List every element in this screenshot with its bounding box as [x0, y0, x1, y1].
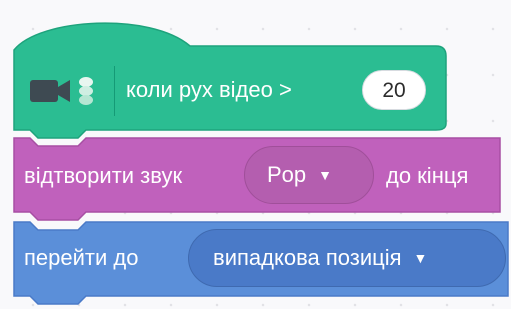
video-camera-icon: [30, 77, 93, 105]
motion-block-label: перейти до: [24, 245, 139, 270]
sound-block-label: відтворити звук: [24, 163, 183, 188]
hat-block-label: коли рух відео >: [126, 77, 292, 102]
extension-divider: [114, 66, 115, 116]
sound-block-suffix-label: до кінця: [386, 163, 469, 188]
video-motion-threshold-input[interactable]: 20: [362, 70, 426, 110]
video-sensing-extension-icon: [14, 58, 114, 124]
chevron-down-icon: ▼: [318, 167, 333, 183]
position-dropdown[interactable]: випадкова позиція ▼: [188, 229, 506, 287]
script-stack[interactable]: коли рух відео > 20 відтворити звук Pop …: [0, 0, 511, 309]
sound-dropdown[interactable]: Pop ▼: [244, 146, 374, 204]
position-dropdown-value: випадкова позиція: [213, 245, 402, 270]
sound-dropdown-value: Pop: [267, 162, 307, 187]
chevron-down-icon: ▼: [413, 250, 428, 266]
